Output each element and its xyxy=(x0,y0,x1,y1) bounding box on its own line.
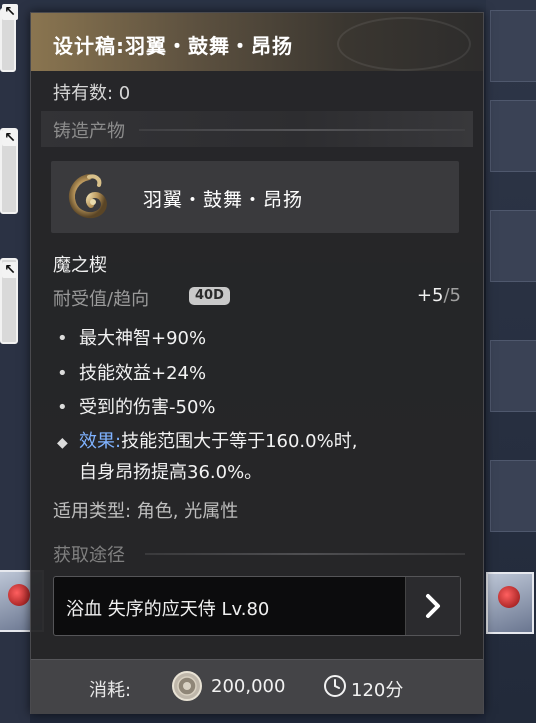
stat-text: 受到的伤害-50% xyxy=(79,397,216,418)
divider-line xyxy=(145,553,465,555)
stat-text: 最大神智+90% xyxy=(79,328,207,349)
item-type-name: 魔之楔 xyxy=(53,255,107,276)
bg-slot[interactable] xyxy=(490,10,536,82)
product-name: 羽翼・鼓舞・昂扬 xyxy=(143,189,304,211)
time-value: 120分 xyxy=(351,680,404,701)
chevron-right-icon[interactable] xyxy=(405,577,460,635)
durability-row: 耐受值/趋向 40D +5/5 xyxy=(53,285,461,310)
cost-bar: 消耗: 200,000 120分 xyxy=(31,659,483,714)
acquire-section-label: 获取途径 xyxy=(53,545,125,566)
bullet-icon: • xyxy=(57,363,68,384)
applicable-types: 适用类型: 角色, 光属性 xyxy=(53,501,239,522)
bg-slot[interactable] xyxy=(490,210,536,282)
divider-line xyxy=(139,129,465,131)
bg-item-image[interactable] xyxy=(486,572,534,634)
bg-arrow-icon: ↖ xyxy=(2,130,18,146)
clock-icon xyxy=(323,674,347,698)
forge-section-header: 铸造产物 xyxy=(43,113,471,147)
panel-title: 设计稿:羽翼・鼓舞・昂扬 xyxy=(53,34,293,58)
forge-section-label: 铸造产物 xyxy=(53,121,125,142)
bg-slot[interactable] xyxy=(490,100,536,172)
durability-current: +5 xyxy=(416,285,444,306)
durability-max: /5 xyxy=(443,285,461,306)
effect-line-1: 技能范围大于等于160.0%时, xyxy=(121,431,358,452)
durability-label: 耐受值/趋向 xyxy=(53,289,150,310)
acquire-section-header: 获取途径 xyxy=(43,539,471,569)
bullet-icon: • xyxy=(57,397,68,418)
effect-label: 效果: xyxy=(79,431,122,452)
cost-label: 消耗: xyxy=(89,680,132,701)
acquire-source-button[interactable]: 浴血 失序的应天侍 Lv.80 xyxy=(53,576,461,636)
bg-slot[interactable] xyxy=(490,340,536,412)
cost-value: 200,000 xyxy=(211,676,286,697)
bg-arrow-icon: ↖ xyxy=(2,4,18,20)
owned-count: 持有数: 0 xyxy=(53,83,131,104)
title-decoration xyxy=(337,17,471,71)
effect-line-2: 自身昂扬提高36.0%。 xyxy=(79,462,263,483)
durability-badge: 40D xyxy=(189,287,230,305)
wing-curl-icon xyxy=(59,167,119,227)
diamond-bullet-icon: ◆ xyxy=(57,435,68,451)
forge-product[interactable]: 羽翼・鼓舞・昂扬 xyxy=(51,161,459,233)
title-bar: 设计稿:羽翼・鼓舞・昂扬 xyxy=(31,13,483,71)
source-text: 浴血 失序的应天侍 Lv.80 xyxy=(66,599,270,620)
coin-icon xyxy=(171,670,203,702)
bg-arrow-icon: ↖ xyxy=(2,262,18,278)
stat-line: • 技能效益+24% xyxy=(57,359,206,385)
design-detail-panel: 设计稿:羽翼・鼓舞・昂扬 持有数: 0 铸造产物 羽翼・鼓舞・昂扬 魔之楔 耐受… xyxy=(30,12,484,714)
durability-value: +5/5 xyxy=(417,285,461,306)
bg-slot[interactable] xyxy=(490,460,536,532)
effect-description: ◆ 效果:技能范围大于等于160.0%时, 自身昂扬提高36.0%。 xyxy=(57,427,457,487)
stat-line: • 最大神智+90% xyxy=(57,324,206,350)
stat-text: 技能效益+24% xyxy=(79,363,207,384)
stat-line: • 受到的伤害-50% xyxy=(57,393,216,419)
bullet-icon: • xyxy=(57,328,68,349)
